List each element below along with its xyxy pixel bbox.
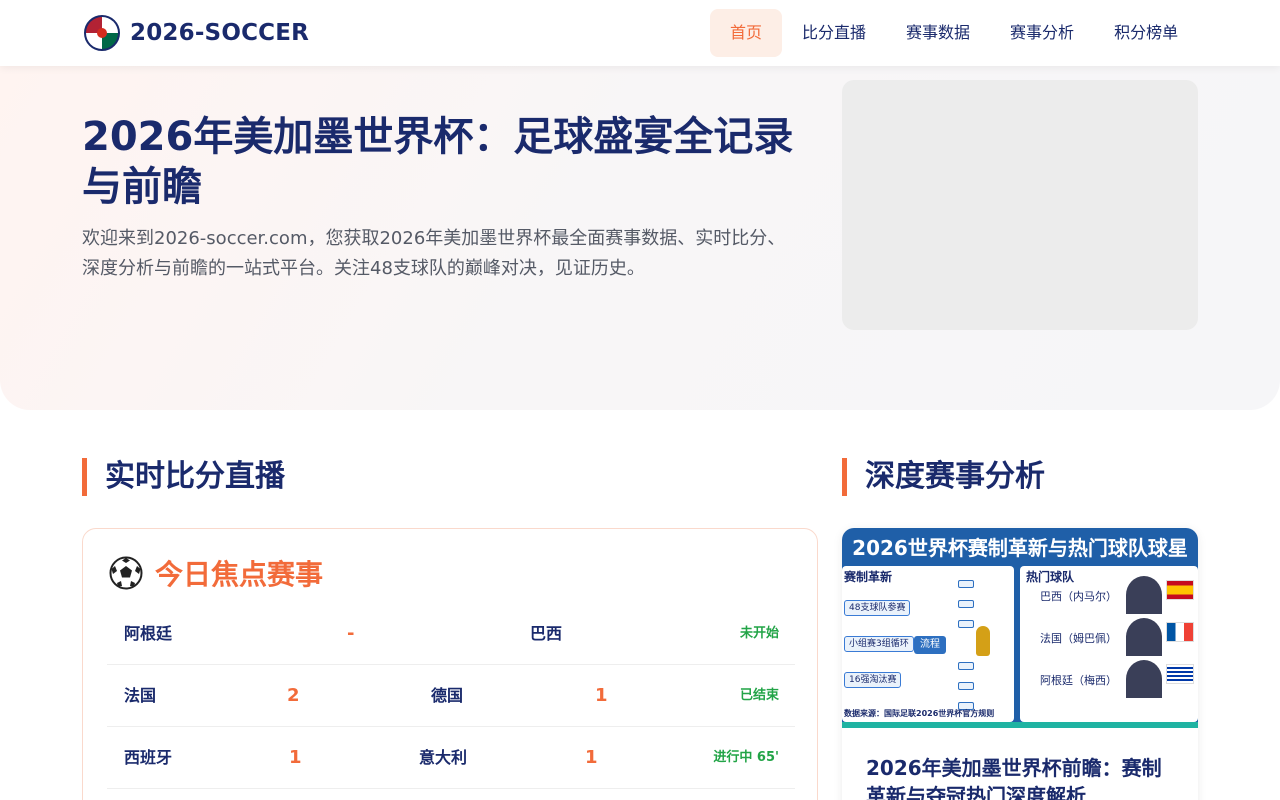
site-logo[interactable]: 2026-SOCCER: [84, 15, 309, 51]
thumbnail-bottom-bar: [842, 722, 1198, 728]
thumbnail-title: 2026世界杯赛制革新与热门球队球星: [852, 536, 1188, 560]
logo-text: 2026-SOCCER: [130, 20, 310, 46]
away-score: 1: [595, 685, 608, 706]
match-row[interactable]: 阿根廷 - 巴西 未开始: [107, 603, 795, 665]
away-team: 巴西: [530, 624, 563, 643]
teams-panel: 热门球队 巴西（内马尔） 法国（姆巴佩） 阿根廷（梅西）: [1020, 566, 1198, 722]
player-image: [1126, 576, 1162, 614]
nav-home[interactable]: 首页: [710, 9, 783, 57]
analysis-section-title: 深度赛事分析: [842, 458, 1045, 496]
main-nav: 首页 比分直播 赛事数据 赛事分析 积分榜单: [710, 9, 1198, 57]
analysis-article-card[interactable]: 2026世界杯赛制革新与热门球队球星 赛制革新 48支球队参赛 小组赛3组循环 …: [842, 528, 1198, 800]
team-star: 法国（姆巴佩）: [1040, 632, 1117, 645]
france-flag-icon: [1166, 622, 1194, 642]
trophy-icon: [976, 626, 990, 656]
nav-match-data[interactable]: 赛事数据: [886, 9, 990, 57]
article-thumbnail[interactable]: 2026世界杯赛制革新与热门球队球星 赛制革新 48支球队参赛 小组赛3组循环 …: [842, 528, 1198, 728]
home-score: 2: [287, 685, 300, 706]
soccer-logo-icon: [84, 15, 120, 51]
match-row[interactable]: 法国 2 德国 1 已结束: [107, 665, 795, 727]
player-image: [1126, 618, 1162, 656]
uruguay-flag-icon: [1166, 664, 1194, 684]
match-status: 已结束: [739, 688, 779, 703]
hero-section: 2026年美加墨世界杯：足球盛宴全记录与前瞻 欢迎来到2026-soccer.c…: [0, 66, 1280, 410]
teams-heading: 热门球队: [1026, 570, 1075, 584]
hero-title: 2026年美加墨世界杯：足球盛宴全记录与前瞻: [82, 114, 794, 210]
format-item: 小组赛3组循环: [844, 636, 914, 652]
live-section-title: 实时比分直播: [82, 458, 285, 496]
team-star: 阿根廷（梅西）: [1040, 674, 1117, 687]
site-header: 2026-SOCCER 首页 比分直播 赛事数据 赛事分析 积分榜单: [0, 0, 1280, 66]
format-item: 48支球队参赛: [844, 600, 911, 616]
home-team: 阿根廷: [124, 624, 173, 643]
nav-standings[interactable]: 积分榜单: [1094, 9, 1198, 57]
spain-flag-icon: [1166, 580, 1194, 600]
match-status: 进行中 65': [713, 750, 779, 765]
format-panel: 赛制革新 48支球队参赛 小组赛3组循环 16强淘汰赛 流程 数据来源：国际足联…: [842, 566, 1014, 722]
nav-match-analysis[interactable]: 赛事分析: [990, 9, 1094, 57]
away-team: 意大利: [419, 748, 468, 767]
card-header: 今日焦点赛事: [109, 553, 323, 593]
bracket-box: [958, 620, 974, 628]
match-row[interactable]: 西班牙 1 意大利 1 进行中 65': [107, 727, 795, 789]
home-team: 法国: [124, 686, 157, 705]
home-score: 1: [289, 747, 302, 768]
format-heading: 赛制革新: [844, 570, 893, 584]
bracket-box: [958, 682, 974, 690]
format-item: 16强淘汰赛: [844, 672, 902, 688]
match-status: 未开始: [739, 626, 779, 641]
bracket-box: [958, 600, 974, 608]
hero-image-placeholder: [842, 80, 1198, 330]
home-score: -: [347, 623, 355, 644]
card-title: 今日焦点赛事: [155, 558, 324, 591]
home-team: 西班牙: [124, 748, 173, 767]
soccer-ball-icon: [109, 556, 143, 590]
nav-live-scores[interactable]: 比分直播: [782, 9, 886, 57]
article-title[interactable]: 2026年美加墨世界杯前瞻：赛制革新与夺冠热门深度解析: [866, 754, 1178, 800]
flow-label: 流程: [914, 636, 946, 654]
away-team: 德国: [431, 686, 464, 705]
team-star: 巴西（内马尔）: [1040, 590, 1117, 603]
focus-matches-card: 今日焦点赛事 阿根廷 - 巴西 未开始 法国 2 德国 1 已结束 西班牙 1 …: [82, 528, 818, 800]
player-image: [1126, 660, 1162, 698]
bracket-box: [958, 580, 974, 588]
thumbnail-source: 数据来源：国际足联2026世界杯官方规则: [844, 709, 995, 718]
hero-description: 欢迎来到2026-soccer.com，您获取2026年美加墨世界杯最全面赛事数…: [82, 228, 786, 279]
bracket-box: [958, 662, 974, 670]
away-score: 1: [585, 747, 598, 768]
